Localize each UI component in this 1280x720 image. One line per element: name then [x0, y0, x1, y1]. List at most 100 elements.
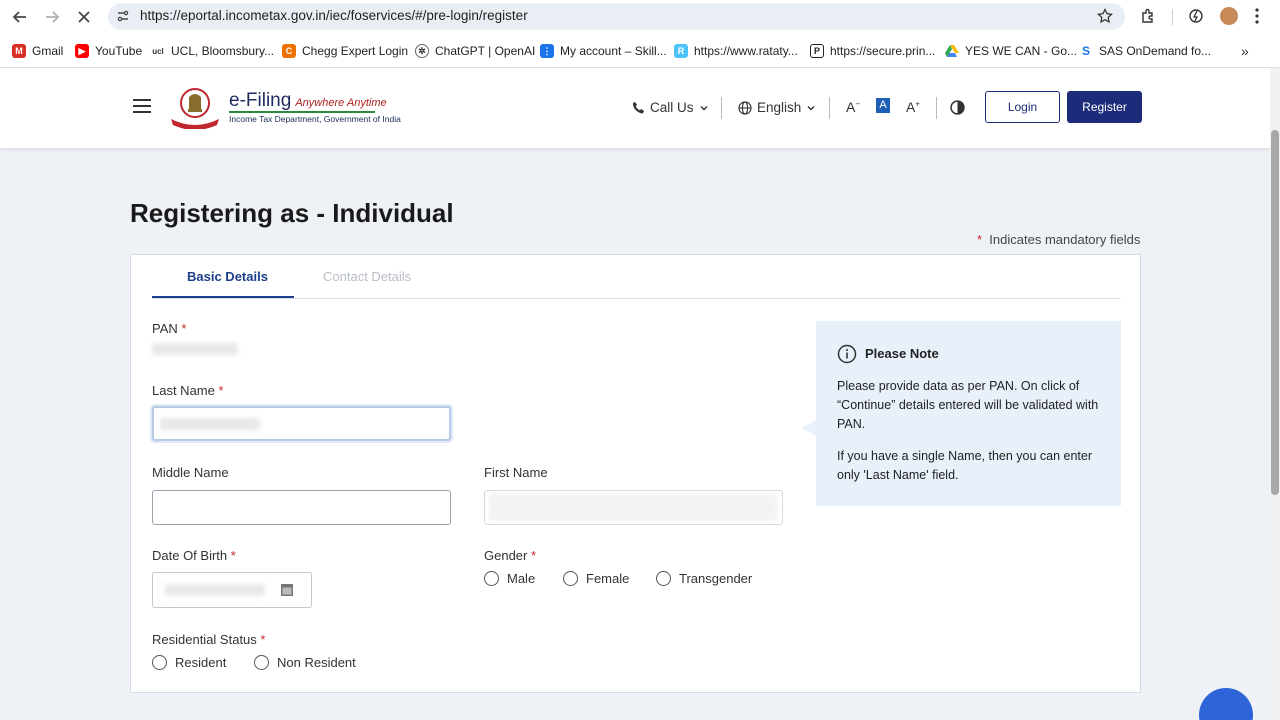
performance-icon[interactable] [1188, 8, 1204, 29]
bookmark-label: https://www.rataty... [694, 44, 798, 58]
bookmark-skill[interactable]: ⋮ My account – Skill... [540, 44, 667, 58]
bookmark-label: SAS OnDemand fo... [1099, 44, 1212, 58]
language-label: English [757, 100, 802, 115]
residential-non-resident-option[interactable]: Non Resident [254, 655, 356, 670]
skill-icon: ⋮ [540, 44, 554, 58]
extensions-icon[interactable] [1140, 8, 1156, 29]
call-us-label: Call Us [650, 100, 694, 115]
bookmark-gmail[interactable]: M Gmail [12, 44, 63, 58]
bookmark-ratatype[interactable]: R https://www.rataty... [674, 44, 798, 58]
stop-loading-icon[interactable] [73, 6, 95, 28]
bookmark-ucl[interactable]: ucl UCL, Bloomsbury... [151, 44, 274, 58]
radio-button[interactable] [254, 655, 269, 670]
font-increase-button[interactable]: A+ [906, 99, 920, 115]
bookmark-label: https://secure.prin... [830, 44, 936, 58]
scrollbar-thumb[interactable] [1271, 130, 1279, 495]
tab-divider [152, 298, 1121, 299]
residential-status-label: Residential Status * [152, 632, 265, 647]
dob-label-text: Date Of Birth [152, 548, 228, 563]
radio-button[interactable] [484, 571, 499, 586]
dob-input[interactable] [152, 572, 312, 608]
first-name-label: First Name [484, 465, 548, 480]
forward-icon[interactable] [41, 6, 63, 28]
call-us-dropdown[interactable]: Call Us [632, 100, 709, 115]
globe-icon [738, 100, 752, 115]
registration-form-card: Basic Details Contact Details PAN * Last… [130, 254, 1141, 693]
font-decrease-label: A [846, 99, 856, 115]
residential-status-label-text: Residential Status [152, 632, 257, 647]
language-dropdown[interactable]: English [738, 100, 816, 115]
profile-avatar[interactable] [1220, 7, 1238, 25]
first-name-value-redacted [489, 493, 777, 521]
font-decrease-button[interactable]: A− [846, 99, 860, 115]
radio-button[interactable] [656, 571, 671, 586]
radio-button[interactable] [152, 655, 167, 670]
logo-title[interactable]: e-Filing Anywhere Anytime [229, 90, 387, 112]
bookmark-prin[interactable]: P https://secure.prin... [810, 44, 935, 58]
phone-icon [632, 101, 645, 114]
gmail-icon: M [12, 44, 26, 58]
gender-transgender-option[interactable]: Transgender [656, 571, 752, 586]
calendar-icon[interactable] [280, 582, 294, 602]
first-name-input[interactable] [484, 490, 783, 525]
sas-icon: S [1079, 44, 1093, 58]
middle-name-label: Middle Name [152, 465, 229, 480]
bookmark-chegg[interactable]: C Chegg Expert Login [282, 44, 408, 58]
last-name-value-redacted [160, 418, 260, 430]
tab-contact-details[interactable]: Contact Details [323, 269, 411, 284]
pan-label: PAN * [152, 321, 186, 336]
required-asterisk: * [977, 232, 983, 247]
last-name-input[interactable] [152, 406, 451, 441]
note-pointer [802, 420, 816, 436]
gender-male-option[interactable]: Male [484, 571, 535, 586]
bookmark-label: My account – Skill... [560, 44, 667, 58]
tab-basic-details[interactable]: Basic Details [187, 269, 268, 284]
hamburger-menu-icon[interactable] [133, 99, 151, 113]
contrast-icon[interactable] [950, 100, 965, 120]
bookmark-sas[interactable]: S SAS OnDemand fo... [1079, 44, 1211, 58]
pan-value-redacted [152, 343, 238, 355]
gender-female-option[interactable]: Female [563, 571, 629, 586]
bookmark-youtube[interactable]: ▶ YouTube [75, 44, 142, 58]
residential-resident-option[interactable]: Resident [152, 655, 226, 670]
login-button[interactable]: Login [985, 91, 1060, 123]
more-menu-icon[interactable] [1254, 7, 1260, 30]
bookmark-chatgpt[interactable]: ✲ ChatGPT | OpenAI [415, 44, 535, 58]
chat-assistant-button[interactable] [1199, 688, 1253, 720]
radio-label: Female [586, 571, 630, 586]
ratatype-icon: R [674, 44, 688, 58]
font-normal-button[interactable]: A [876, 98, 890, 113]
logo-subtitle: Income Tax Department, Government of Ind… [229, 114, 401, 124]
active-tab-indicator [152, 296, 294, 298]
gender-label-text: Gender [484, 548, 528, 563]
please-note-box: Please Note Please provide data as per P… [816, 321, 1121, 506]
header-divider [721, 97, 722, 119]
dob-label: Date Of Birth * [152, 548, 236, 563]
required-asterisk: * [531, 548, 537, 563]
radio-button[interactable] [563, 571, 578, 586]
bookmark-drive[interactable]: YES WE CAN - Go... [945, 44, 1077, 58]
prin-icon: P [810, 44, 824, 58]
page-title: Registering as - Individual [130, 198, 454, 228]
back-icon[interactable] [9, 6, 31, 28]
bookmark-label: Gmail [32, 44, 64, 58]
register-button[interactable]: Register [1067, 91, 1142, 123]
logo-tagline: Anywhere Anytime [295, 97, 387, 109]
font-normal-label: A [879, 99, 887, 111]
required-asterisk: * [230, 548, 236, 563]
radio-label: Resident [175, 655, 227, 670]
url-text: https://eportal.incometax.gov.in/iec/fos… [140, 8, 528, 23]
bookmark-star-icon[interactable] [1097, 7, 1113, 29]
bookmark-label: YES WE CAN - Go... [965, 44, 1078, 58]
logo-title-text: e-Filing [229, 90, 292, 111]
bookmark-label: ChatGPT | OpenAI [435, 44, 536, 58]
last-name-label-text: Last Name [152, 383, 215, 398]
note-paragraph-2: If you have a single Name, then you can … [837, 449, 1093, 482]
more-bookmarks-icon[interactable]: » [1241, 43, 1249, 59]
radio-label: Male [507, 571, 536, 586]
logo-underline [229, 111, 375, 113]
site-info-icon[interactable] [116, 9, 130, 28]
font-increase-label: A [906, 99, 916, 115]
required-asterisk: * [181, 321, 187, 336]
middle-name-input[interactable] [152, 490, 451, 525]
